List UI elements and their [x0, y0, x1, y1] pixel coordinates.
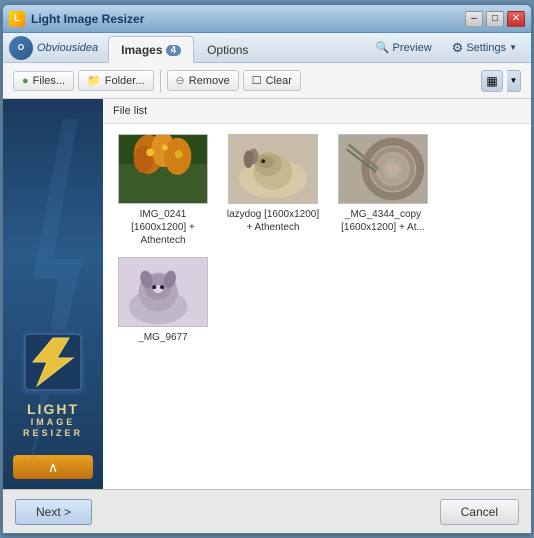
clear-button[interactable]: ☐ Clear	[243, 70, 301, 91]
remove-icon: ⊖	[176, 74, 185, 87]
next-button[interactable]: Next >	[15, 499, 92, 525]
thumbnail	[228, 134, 318, 204]
sidebar-logo-text: LIGHT IMAGE RESIZER	[21, 401, 85, 439]
thumbnail	[118, 257, 208, 327]
window-title: Light Image Resizer	[31, 12, 144, 26]
file-label: _MG_4344_copy[1600x1200] + At...	[341, 208, 425, 234]
footer: Next > Cancel	[3, 489, 531, 533]
tab-images[interactable]: Images 4	[108, 36, 194, 63]
dropdown-arrow-icon: ▼	[510, 76, 518, 85]
minimize-button[interactable]: –	[465, 11, 483, 27]
list-item[interactable]: IMG_0241[1600x1200] +Athentech	[113, 134, 213, 247]
file-grid: IMG_0241[1600x1200] +Athentech	[103, 124, 531, 489]
tab-options[interactable]: Options	[194, 36, 261, 62]
images-badge: 4	[166, 45, 182, 56]
sidebar: LIGHT IMAGE RESIZER ∧	[3, 99, 103, 489]
logo-area: O Obviousidea	[9, 33, 108, 62]
sidebar-logo: LIGHT IMAGE RESIZER	[21, 330, 85, 439]
thumb-cat-img	[119, 257, 207, 327]
file-label: lazydog [1600x1200]+ Athentech	[227, 208, 319, 234]
logo-icon: O	[9, 36, 33, 60]
view-dropdown-button[interactable]: ▼	[507, 70, 521, 92]
menu-right: 🔍 Preview ⚙ Settings ▼	[368, 33, 525, 62]
file-list-header: File list	[103, 99, 531, 124]
thumbnail	[118, 134, 208, 204]
close-button[interactable]: ✕	[507, 11, 525, 27]
grid-view-icon: ▦	[486, 74, 497, 88]
list-item[interactable]: lazydog [1600x1200]+ Athentech	[223, 134, 323, 247]
list-item[interactable]: _MG_4344_copy[1600x1200] + At...	[333, 134, 433, 247]
file-label: _MG_9677	[138, 331, 187, 344]
add-icon: ●	[22, 75, 29, 87]
toolbar-right: ▦ ▼	[481, 70, 521, 92]
folder-icon: 📁	[87, 74, 101, 87]
thumbnail	[338, 134, 428, 204]
main-body: LIGHT IMAGE RESIZER ∧ File list	[3, 99, 531, 489]
settings-icon: ⚙	[452, 40, 464, 56]
settings-button[interactable]: ⚙ Settings ▼	[444, 37, 525, 59]
window-controls: – □ ✕	[465, 11, 525, 27]
toolbar-separator	[160, 70, 161, 92]
menu-bar: O Obviousidea Images 4 Options 🔍 Preview…	[3, 33, 531, 63]
thumb-dog-img	[229, 134, 317, 204]
preview-icon: 🔍	[376, 41, 390, 54]
content-area: File list	[103, 99, 531, 489]
preview-button[interactable]: 🔍 Preview	[368, 38, 440, 57]
remove-button[interactable]: ⊖ Remove	[167, 70, 239, 91]
folder-button[interactable]: 📁 Folder...	[78, 70, 153, 91]
file-label: IMG_0241[1600x1200] +Athentech	[131, 208, 195, 247]
clear-icon: ☐	[252, 74, 262, 87]
sidebar-logo-icon	[21, 330, 85, 394]
title-bar-left: L Light Image Resizer	[9, 11, 144, 27]
thumb-flowers-img	[119, 134, 207, 204]
files-button[interactable]: ● Files...	[13, 71, 74, 91]
view-toggle-button[interactable]: ▦	[481, 70, 503, 92]
thumb-rope-img	[339, 134, 427, 204]
title-bar: L Light Image Resizer – □ ✕	[3, 5, 531, 33]
settings-chevron-icon: ▼	[509, 43, 517, 52]
main-window: L Light Image Resizer – □ ✕ O Obviouside…	[2, 4, 532, 534]
cancel-button[interactable]: Cancel	[440, 499, 519, 525]
app-icon: L	[9, 11, 25, 27]
list-item[interactable]: _MG_9677	[113, 257, 213, 344]
logo-text: Obviousidea	[37, 42, 98, 54]
toolbar: ● Files... 📁 Folder... ⊖ Remove ☐ Clear …	[3, 63, 531, 99]
maximize-button[interactable]: □	[486, 11, 504, 27]
